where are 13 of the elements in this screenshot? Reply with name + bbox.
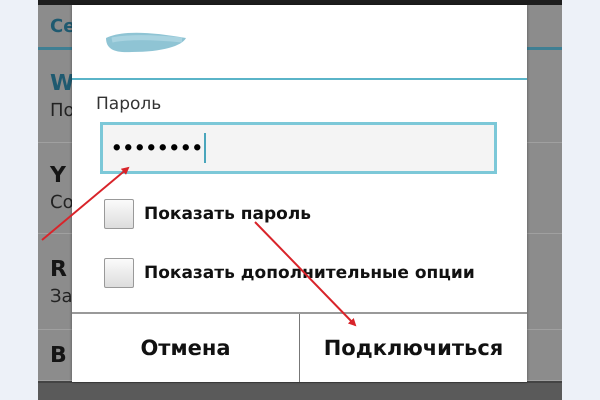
network-name: Y: [50, 163, 66, 188]
network-status: За: [50, 286, 73, 306]
network-name: B: [50, 342, 67, 368]
password-field[interactable]: ••••••••: [100, 122, 497, 174]
network-name: W: [50, 71, 74, 96]
checkbox[interactable]: [104, 198, 134, 228]
cancel-button[interactable]: Отмена: [72, 314, 299, 382]
password-label: Пароль: [96, 94, 162, 114]
checkbox[interactable]: [104, 258, 134, 288]
connect-button[interactable]: Подключиться: [299, 314, 527, 382]
network-name: R: [50, 256, 67, 282]
checkbox-label[interactable]: Показать пароль: [144, 204, 312, 224]
network-status: Со: [50, 192, 74, 213]
